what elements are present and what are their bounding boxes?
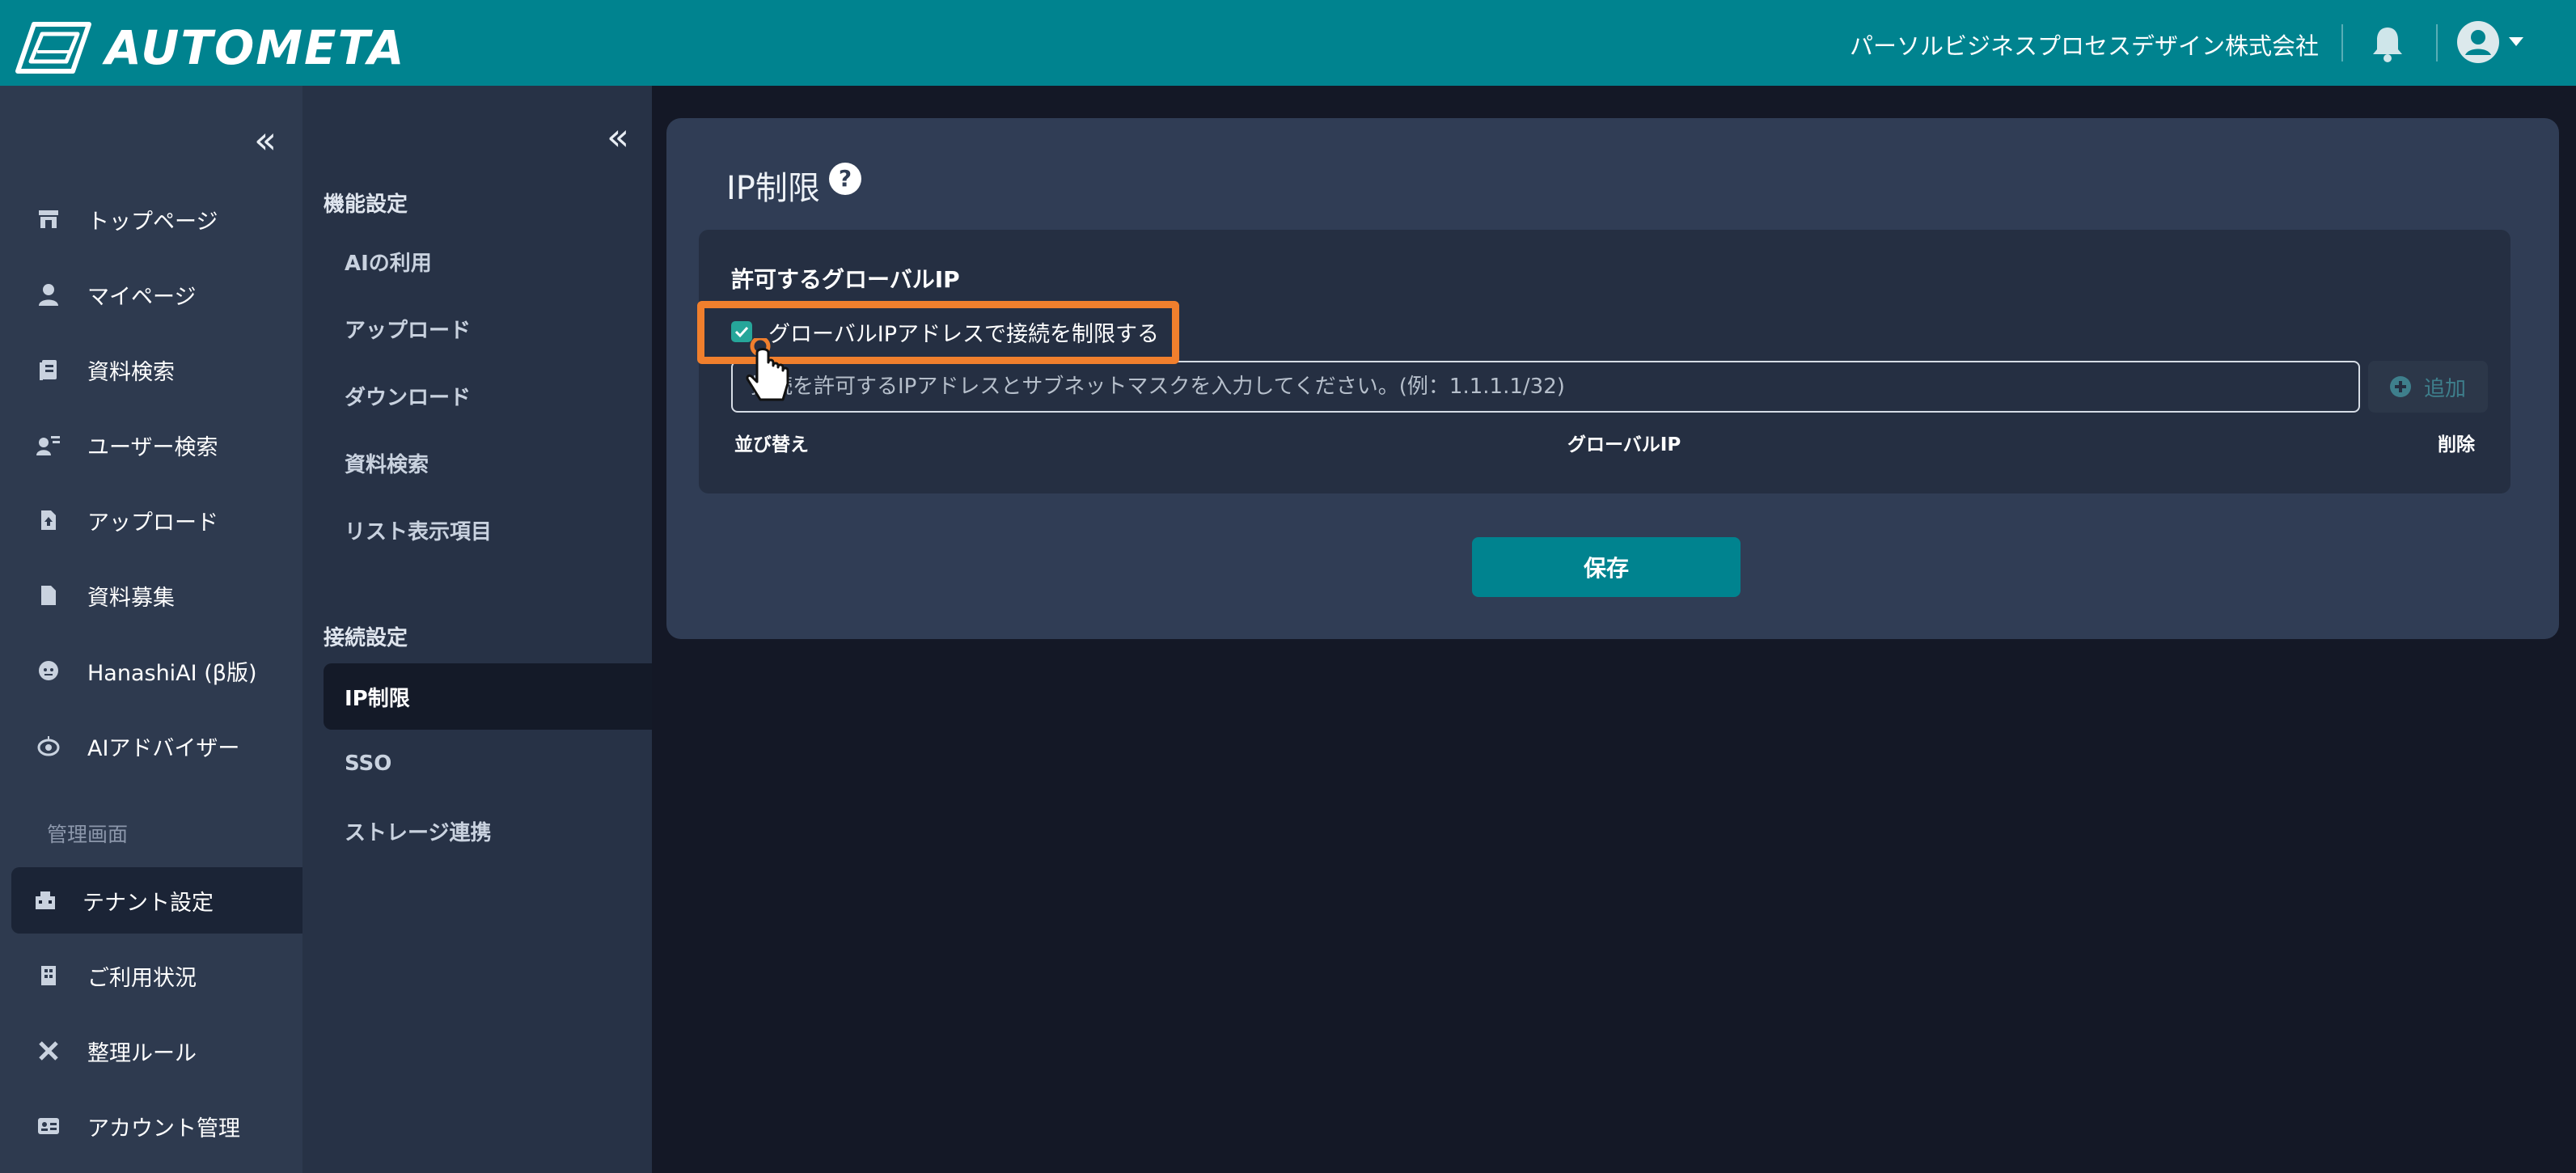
sidebar-item-label: 資料募集 [87, 585, 175, 611]
sidebar-item-label: トップページ [87, 209, 218, 235]
user-search-icon [36, 432, 61, 458]
store-icon [36, 206, 61, 232]
chevron-down-icon [2509, 37, 2523, 46]
file-icon [36, 582, 61, 608]
bell-icon[interactable] [2370, 24, 2405, 63]
person-icon [36, 282, 61, 307]
help-circle-icon[interactable]: ? [828, 162, 862, 196]
sidebar-item-hanashi-ai[interactable]: HanashiAI (β版) [11, 637, 302, 704]
add-ip-button[interactable]: 追加 [2368, 361, 2488, 413]
settings-subnav: « 機能設定 AIの利用 アップロード ダウンロード 資料検索 リスト表示項目 … [302, 86, 652, 1173]
subnav-item-label: ストレージ連携 [345, 820, 492, 845]
sidebar-item-label: 整理ルール [87, 1040, 197, 1066]
admin-section-label: 管理画面 [47, 823, 129, 846]
sidebar-item-label: アカウント管理 [87, 1116, 240, 1141]
subnav-item-storage[interactable]: ストレージ連携 [324, 798, 652, 864]
main-sidebar: « トップページ マイページ 資料検索 ユーザー検索 アップロード 資料募集 H… [0, 86, 302, 1173]
header-divider [2341, 24, 2343, 61]
top-header: AUTOMETA パーソルビジネスプロセスデザイン株式会社 [0, 0, 2576, 86]
company-name: パーソルビジネスプロセスデザイン株式会社 [1849, 32, 2319, 60]
svg-text:?: ? [839, 165, 852, 192]
building-icon [36, 963, 61, 989]
subnav-item-sso[interactable]: SSO [324, 730, 652, 797]
sidebar-item-tenant-settings[interactable]: テナント設定 [11, 867, 302, 934]
save-button[interactable]: 保存 [1472, 537, 1741, 597]
subnav-item-download[interactable]: ダウンロード [324, 362, 652, 429]
subnav-collapse-button[interactable]: « [607, 118, 629, 155]
sidebar-item-organize-rules[interactable]: 整理ルール [11, 1018, 302, 1084]
sidebar-item-label: ユーザー検索 [87, 434, 218, 460]
subnav-section-features: 機能設定 [324, 193, 408, 217]
sidebar-item-usage-status[interactable]: ご利用状況 [11, 942, 302, 1009]
subnav-item-label: 資料検索 [345, 452, 429, 477]
sidebar-item-document-request[interactable]: 資料募集 [11, 562, 302, 629]
logo-text: AUTOMETA [105, 20, 406, 75]
id-card-icon [36, 1113, 61, 1139]
file-upload-icon [36, 507, 61, 533]
sidebar-item-label: マイページ [87, 284, 197, 310]
column-header-sort: 並び替え [734, 434, 809, 455]
subnav-item-label: アップロード [345, 318, 472, 343]
subnav-item-ai-usage[interactable]: AIの利用 [324, 228, 652, 294]
add-ip-label: 追加 [2423, 376, 2466, 401]
subnav-item-label: AIの利用 [345, 251, 432, 276]
subnav-item-label: IP制限 [345, 686, 410, 711]
sidebar-item-my-page[interactable]: マイページ [11, 261, 302, 328]
sidebar-item-document-search[interactable]: 資料検索 [11, 337, 302, 403]
plus-circle-icon [2389, 376, 2411, 397]
sidebar-collapse-button[interactable]: « [254, 121, 277, 159]
sidebar-item-upload[interactable]: アップロード [11, 487, 302, 553]
sidebar-item-label: HanashiAI (β版) [87, 660, 257, 686]
subnav-item-document-search[interactable]: 資料検索 [324, 430, 652, 496]
column-header-global-ip: グローバルIP [1567, 434, 1681, 455]
hand-pointer-cursor-icon [746, 338, 789, 401]
sidebar-item-ai-advisor[interactable]: AIアドバイザー [11, 713, 302, 779]
subnav-item-ip-restriction[interactable]: IP制限 [324, 663, 652, 730]
ip-restriction-panel: IP制限 ? 許可するグローバルIP グローバルIPアドレスで接続を制限する 追… [666, 118, 2559, 639]
robot-icon [36, 733, 61, 759]
sidebar-item-label: 資料検索 [87, 359, 175, 385]
subnav-item-label: SSO [345, 752, 392, 776]
document-search-icon [36, 357, 61, 383]
subnav-item-label: リスト表示項目 [345, 519, 493, 544]
card-title: 許可するグローバルIP [731, 266, 960, 293]
sidebar-item-label: テナント設定 [82, 890, 214, 916]
sidebar-item-label: ご利用状況 [87, 965, 197, 991]
subnav-item-label: ダウンロード [345, 385, 472, 410]
chat-bot-icon [36, 658, 61, 684]
header-divider [2436, 24, 2438, 61]
user-menu[interactable] [2457, 21, 2530, 65]
logo-mark-icon [15, 22, 91, 74]
subnav-item-upload[interactable]: アップロード [324, 295, 652, 362]
subnav-item-list-display[interactable]: リスト表示項目 [324, 497, 652, 563]
ip-address-input[interactable] [731, 361, 2360, 413]
sidebar-item-label: アップロード [87, 510, 218, 536]
subnav-section-connection: 接続設定 [324, 626, 408, 650]
autometa-logo[interactable]: AUTOMETA [15, 19, 406, 76]
sidebar-item-account-management[interactable]: アカウント管理 [11, 1093, 302, 1159]
sidebar-item-label: AIアドバイザー [87, 735, 240, 761]
page-title: IP制限 [726, 170, 820, 207]
column-header-delete: 削除 [2438, 434, 2475, 455]
user-avatar-icon [2457, 21, 2523, 63]
tools-icon [36, 1038, 61, 1064]
sidebar-item-top-page[interactable]: トップページ [11, 186, 302, 252]
sidebar-item-user-search[interactable]: ユーザー検索 [11, 412, 302, 478]
building-settings-icon [32, 887, 58, 913]
